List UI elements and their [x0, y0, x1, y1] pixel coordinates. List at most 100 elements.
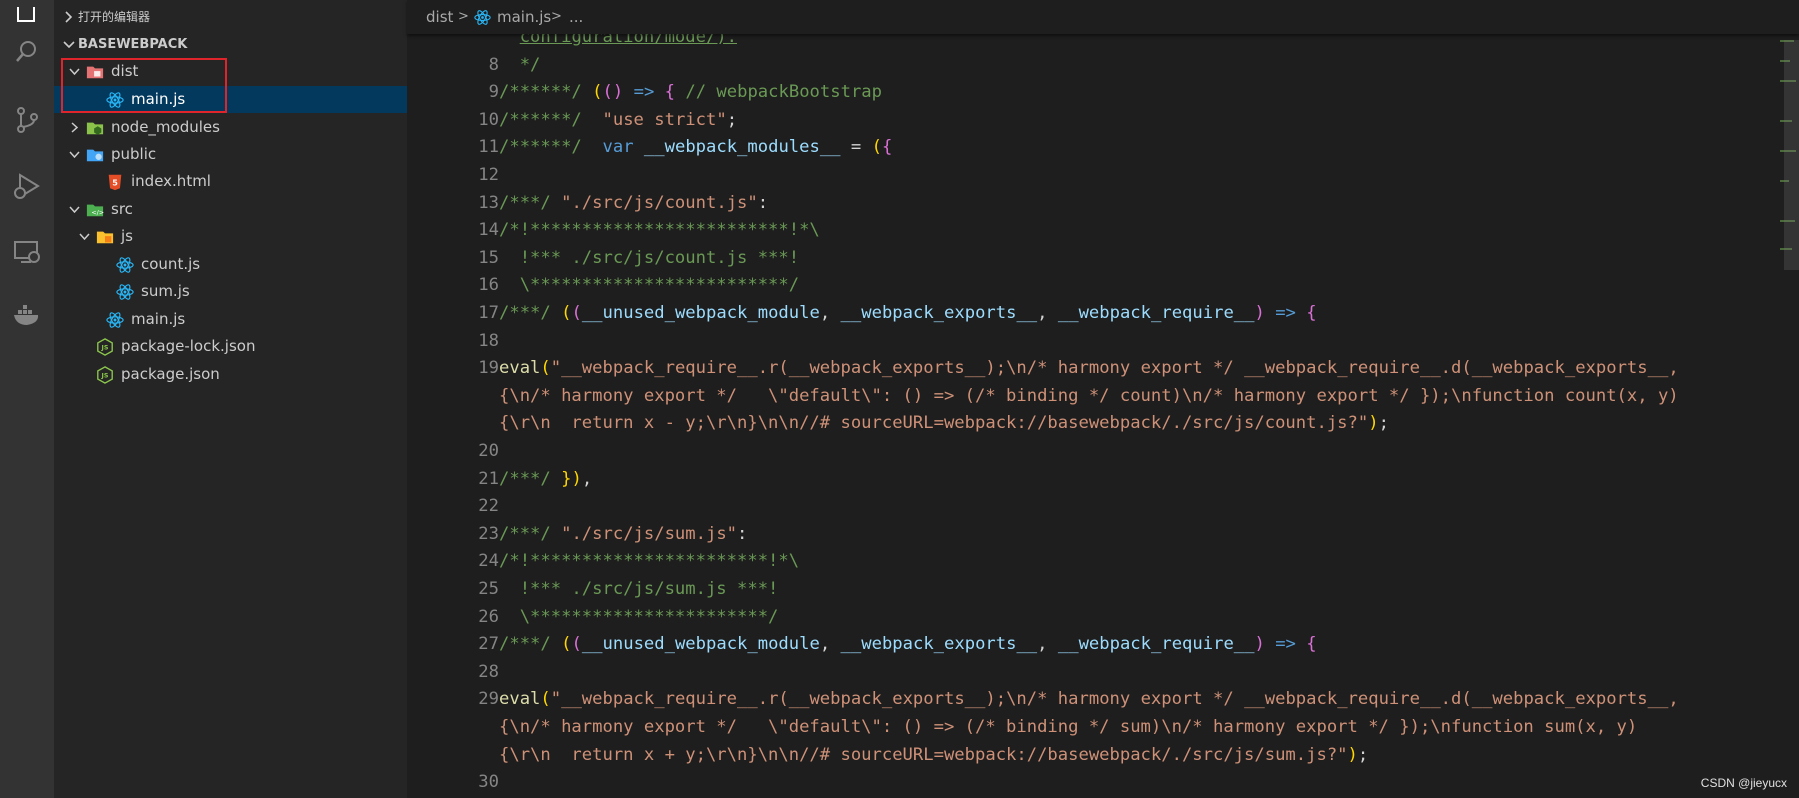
tree-item-label: package.json — [121, 365, 220, 383]
code-line: 12 — [407, 162, 1799, 189]
line-code: {\n/* harmony export */ \"default\": () … — [499, 717, 1638, 737]
line-code: /******/ (() => { // webpackBootstrap — [499, 82, 882, 102]
activity-bar — [0, 0, 54, 798]
line-number: 21 — [478, 469, 499, 489]
code-line: configuration/mode/). — [407, 34, 1799, 51]
open-editors-section[interactable]: 打开的编辑器 — [54, 4, 407, 30]
folder-src-icon: </> — [86, 204, 104, 217]
tree-item-label: sum.js — [141, 282, 190, 300]
search-icon[interactable] — [9, 34, 45, 70]
line-code: {\r\n return x - y;\r\n}\n\n//# sourceUR… — [499, 413, 1389, 433]
breadcrumb-separator: > — [551, 9, 562, 24]
folder-js-icon — [96, 231, 114, 244]
tree-item-main-js[interactable]: main.js — [54, 306, 407, 333]
vertical-scrollbar[interactable] — [1784, 40, 1799, 270]
code-line: 18 — [407, 328, 1799, 355]
tree-item-package-json[interactable]: JS package.json — [54, 361, 407, 388]
code-line: 14/*!*************************!*\ — [407, 217, 1799, 244]
code-editor[interactable]: configuration/mode/). 8 */9/******/ (() =… — [407, 34, 1799, 798]
tree-item-package-lock-json[interactable]: JS package-lock.json — [54, 333, 407, 360]
tree-item-public[interactable]: public — [54, 141, 407, 168]
line-number: 12 — [478, 165, 499, 185]
line-code: /***/ ((__unused_webpack_module, __webpa… — [499, 303, 1317, 323]
explorer-sidebar: 打开的编辑器 BASEWEBPACK dist main.js node_modul… — [54, 0, 407, 798]
tree-item-node-modules[interactable]: node_modules — [54, 114, 407, 141]
line-code: /***/ ((__unused_webpack_module, __webpa… — [499, 634, 1317, 654]
tree-item-label: js — [121, 227, 133, 245]
line-code: configuration/mode/). — [519, 34, 738, 47]
svg-text:</>: </> — [91, 210, 104, 217]
line-number: 22 — [478, 496, 499, 516]
tree-item-label: src — [111, 200, 133, 218]
code-line: 17/***/ ((__unused_webpack_module, __web… — [407, 300, 1799, 327]
breadcrumb: dist > main.js > ... — [407, 0, 1799, 34]
project-section[interactable]: BASEWEBPACK — [54, 32, 407, 58]
tree-item-label: index.html — [131, 172, 211, 190]
tree-item-sum-js[interactable]: sum.js — [54, 278, 407, 305]
code-line: {\n/* harmony export */ \"default\": () … — [407, 714, 1799, 741]
watermark: CSDN @jieyucx — [1700, 776, 1787, 790]
code-line: 28 — [407, 659, 1799, 686]
line-number: 26 — [478, 607, 499, 627]
source-control-icon[interactable] — [9, 102, 45, 138]
line-code: !*** ./src/js/count.js ***! — [499, 248, 800, 268]
code-line: 25 !*** ./src/js/sum.js ***! — [407, 576, 1799, 603]
chevron-down-icon[interactable] — [68, 148, 81, 161]
code-line: 23/***/ "./src/js/sum.js": — [407, 521, 1799, 548]
chevron-right-icon[interactable] — [68, 121, 81, 134]
line-code: \*************************/ — [499, 275, 800, 295]
line-code: \***********************/ — [499, 607, 779, 627]
breadcrumb-file[interactable]: main.js — [497, 0, 551, 34]
code-line: 15 !*** ./src/js/count.js ***! — [407, 245, 1799, 272]
line-number: 30 — [478, 772, 499, 792]
svg-text:JS: JS — [101, 345, 109, 352]
breadcrumb-more[interactable]: ... — [569, 0, 583, 34]
code-line: 24/*!***********************!*\ — [407, 548, 1799, 575]
react-file-icon — [106, 312, 124, 328]
files-icon[interactable] — [9, 2, 45, 38]
chevron-down-icon — [63, 41, 75, 49]
svg-text:5: 5 — [112, 178, 118, 188]
line-code: eval("__webpack_require__.r(__webpack_ex… — [499, 689, 1679, 709]
run-debug-icon[interactable] — [9, 168, 45, 204]
code-line: 26 \***********************/ — [407, 604, 1799, 631]
line-number: 19 — [478, 358, 499, 378]
tree-item-label: node_modules — [111, 118, 220, 136]
line-code: {\n/* harmony export */ \"default\": () … — [499, 386, 1679, 406]
code-line: 9/******/ (() => { // webpackBootstrap — [407, 79, 1799, 106]
line-code: {\r\n return x + y;\r\n}\n\n//# sourceUR… — [499, 745, 1369, 765]
line-code: /***/ "./src/js/sum.js": — [499, 524, 748, 544]
code-line: 29 eval("__webpack_require__.r(__webpack_… — [407, 686, 1799, 713]
line-number: 15 — [478, 248, 499, 268]
remote-explorer-icon[interactable] — [9, 234, 45, 270]
chevron-down-icon[interactable] — [78, 230, 91, 243]
tree-item-label: package-lock.json — [121, 337, 256, 355]
tree-item-index-html[interactable]: 5 index.html — [54, 168, 407, 195]
docker-icon[interactable] — [9, 298, 45, 334]
code-line: 21/***/ }), — [407, 466, 1799, 493]
chevron-down-icon[interactable] — [68, 203, 81, 216]
tree-item-count-js[interactable]: count.js — [54, 251, 407, 278]
code-line: 13/***/ "./src/js/count.js": — [407, 190, 1799, 217]
tree-item-label: count.js — [141, 255, 201, 273]
line-code: !*** ./src/js/sum.js ***! — [499, 579, 779, 599]
code-line: 10/******/ "use strict"; — [407, 107, 1799, 134]
breadcrumb-folder[interactable]: dist — [426, 0, 453, 34]
tree-item-label: main.js — [131, 310, 186, 328]
code-line: 11/******/ var __webpack_modules__ = ({ — [407, 134, 1799, 161]
line-number: 16 — [478, 275, 499, 295]
line-number: 11 — [478, 137, 499, 157]
line-number: 27 — [478, 634, 499, 654]
line-number: 13 — [478, 193, 499, 213]
line-number: 10 — [478, 110, 499, 130]
nodejs-icon: JS — [97, 338, 113, 356]
line-code: /*!*************************!*\ — [499, 220, 820, 240]
tree-item-label: public — [111, 145, 157, 163]
tree-item-js[interactable]: js — [54, 223, 407, 250]
line-number: 24 — [478, 551, 499, 571]
react-file-icon — [474, 10, 491, 25]
code-line: 27/***/ ((__unused_webpack_module, __web… — [407, 631, 1799, 658]
tree-item-src[interactable]: </> src — [54, 196, 407, 223]
line-code: eval("__webpack_require__.r(__webpack_ex… — [499, 358, 1679, 378]
code-line: 30 — [407, 769, 1799, 796]
